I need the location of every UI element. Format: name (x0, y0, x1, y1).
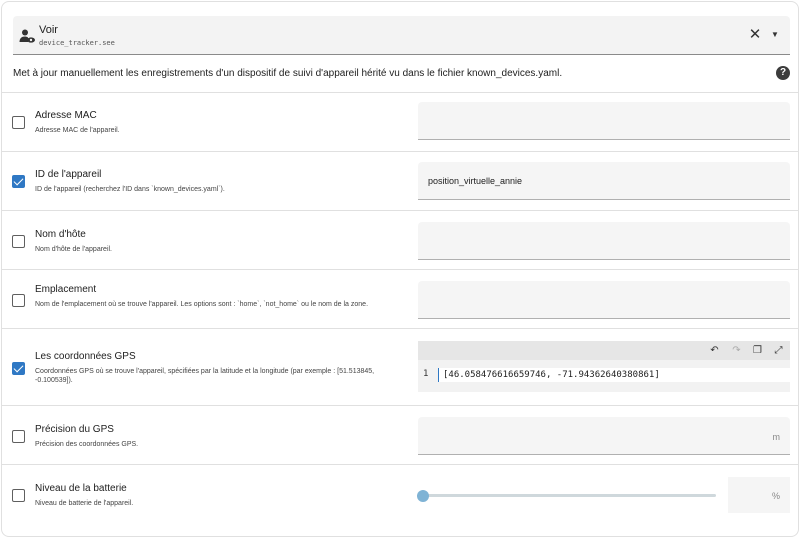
service-name: Voir (39, 24, 58, 36)
gps-accuracy-input[interactable]: m (418, 417, 790, 455)
battery-checkbox[interactable] (12, 489, 25, 502)
battery-slider-track[interactable] (423, 494, 716, 497)
undo-icon[interactable]: ↶ (709, 345, 720, 356)
gps-accuracy-checkbox[interactable] (12, 430, 25, 443)
gps-accuracy-unit: m (772, 432, 781, 442)
location-input[interactable] (418, 281, 790, 319)
field-row-host-name: Nom d'hôte Nom d'hôte de l'appareil. (2, 210, 798, 269)
mac-hint: Adresse MAC de l'appareil. (35, 127, 120, 134)
battery-input[interactable]: % (728, 477, 790, 513)
host-name-label: Nom d'hôte (35, 229, 86, 240)
service-picker[interactable]: Voir device_tracker.see ✕ ▼ (13, 16, 790, 55)
location-checkbox[interactable] (12, 294, 25, 307)
dev-id-label: ID de l'appareil (35, 169, 102, 180)
dev-id-input[interactable]: position_virtuelle_annie (418, 162, 790, 200)
chevron-down-icon[interactable]: ▼ (769, 29, 781, 41)
service-description: Met à jour manuellement les enregistreme… (13, 68, 563, 79)
gps-code-text: [46.058476616659746, -71.94362640380861] (443, 370, 660, 380)
location-label: Emplacement (35, 284, 97, 295)
dev-id-hint: ID de l'appareil (recherchez l'ID dans `… (35, 186, 225, 193)
redo-icon[interactable]: ↷ (731, 345, 742, 356)
battery-label: Niveau de la batterie (35, 483, 127, 494)
mac-label: Adresse MAC (35, 110, 97, 121)
fullscreen-icon[interactable]: ⤢ (773, 345, 784, 356)
service-card: Voir device_tracker.see ✕ ▼ Met à jour m… (1, 1, 799, 537)
account-eye-icon (19, 29, 35, 43)
gps-code-editor[interactable]: ↶ ↷ ❐ ⤢ 1 [46.058476616659746, -71.94362… (418, 341, 790, 392)
copy-icon[interactable]: ❐ (752, 345, 763, 356)
field-row-gps: Les coordonnées GPS Coordonnées GPS où s… (2, 328, 798, 405)
field-row-battery: Niveau de la batterie Niveau de batterie… (2, 464, 798, 536)
dev-id-value: position_virtuelle_annie (428, 176, 523, 186)
host-name-input[interactable] (418, 222, 790, 260)
close-icon[interactable]: ✕ (748, 27, 762, 42)
location-hint: Nom de l'emplacement où se trouve l'appa… (35, 301, 369, 308)
field-row-mac: Adresse MAC Adresse MAC de l'appareil. (2, 92, 798, 151)
service-id: device_tracker.see (39, 39, 115, 47)
mac-checkbox[interactable] (12, 116, 25, 129)
host-name-checkbox[interactable] (12, 235, 25, 248)
editor-line[interactable]: [46.058476616659746, -71.94362640380861] (438, 368, 790, 382)
mac-input[interactable] (418, 102, 790, 140)
gps-accuracy-label: Précision du GPS (35, 424, 114, 435)
field-row-location: Emplacement Nom de l'emplacement où se t… (2, 269, 798, 328)
field-row-dev-id: ID de l'appareil ID de l'appareil (reche… (2, 151, 798, 210)
field-row-gps-accuracy: Précision du GPS Précision des coordonné… (2, 405, 798, 464)
battery-unit: % (771, 491, 780, 501)
gps-hint: Coordonnées GPS où se trouve l'appareil,… (35, 368, 375, 384)
gps-accuracy-hint: Précision des coordonnées GPS. (35, 441, 139, 448)
line-number: 1 (423, 369, 429, 379)
gps-label: Les coordonnées GPS (35, 351, 136, 362)
gps-checkbox[interactable] (12, 362, 25, 375)
help-icon[interactable]: ? (776, 66, 790, 80)
editor-toolbar: ↶ ↷ ❐ ⤢ (418, 341, 790, 360)
host-name-hint: Nom d'hôte de l'appareil. (35, 246, 112, 253)
dev-id-checkbox[interactable] (12, 175, 25, 188)
battery-hint: Niveau de batterie de l'appareil. (35, 500, 134, 507)
battery-slider-thumb[interactable] (417, 490, 429, 502)
